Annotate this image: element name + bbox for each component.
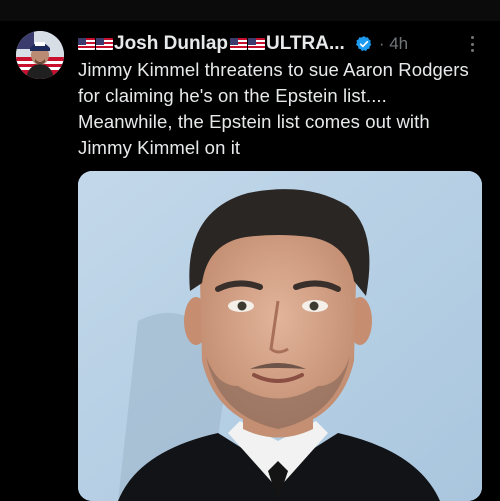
author-name[interactable]: Josh Dunlap ULTRA... <box>78 33 347 55</box>
tweet[interactable]: Josh Dunlap ULTRA... · 4h Jimmy Kimmel t… <box>0 21 500 501</box>
author-name-prefix: Josh Dunlap <box>114 33 229 54</box>
author-avatar[interactable] <box>16 31 64 79</box>
timestamp[interactable]: · 4h <box>379 34 408 54</box>
timestamp-text: 4h <box>389 34 409 53</box>
author-name-suffix: ULTRA... <box>266 33 345 54</box>
flag-pair <box>230 38 266 50</box>
flag-pair <box>78 38 113 50</box>
tweet-media-photo[interactable] <box>78 171 482 501</box>
us-flag-icon <box>96 38 113 50</box>
us-flag-icon <box>248 38 266 50</box>
verified-badge-icon[interactable] <box>355 35 373 53</box>
us-flag-icon <box>78 38 95 50</box>
tweet-text: Jimmy Kimmel threatens to sue Aaron Rodg… <box>78 59 469 158</box>
more-options-icon[interactable] <box>470 36 474 52</box>
window-top-strip <box>0 0 500 21</box>
us-flag-icon <box>230 38 248 50</box>
tweet-header: Josh Dunlap ULTRA... · 4h <box>78 31 488 57</box>
